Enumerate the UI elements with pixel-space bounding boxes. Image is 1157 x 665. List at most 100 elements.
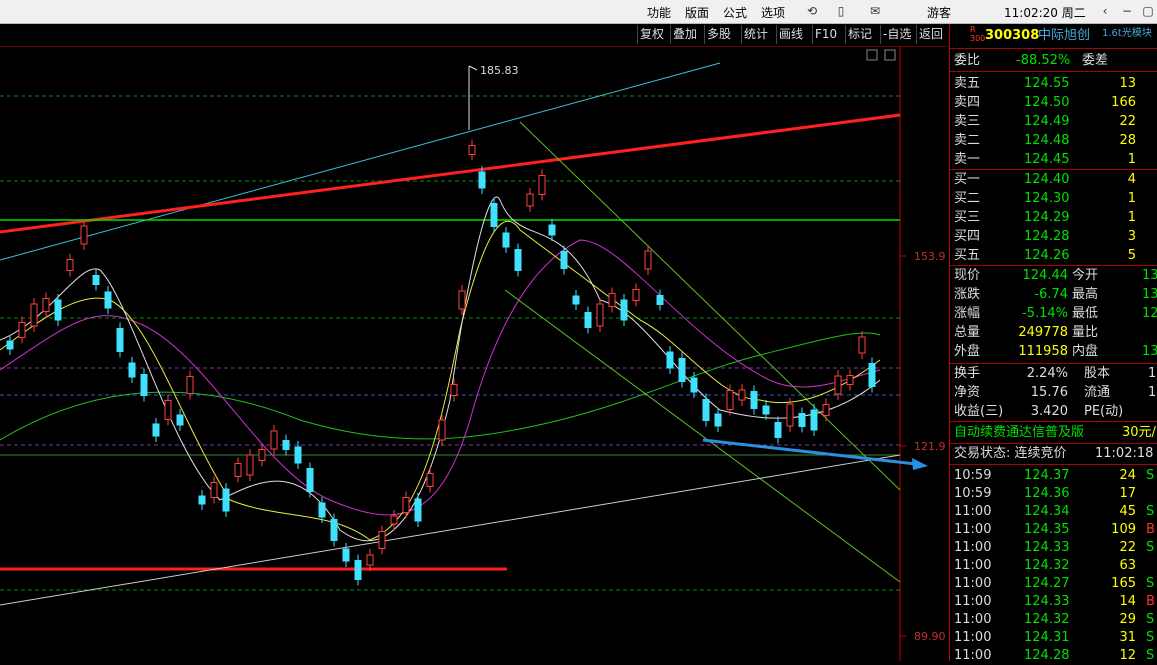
phone-icon[interactable]: ▯: [833, 3, 849, 19]
statistics-button[interactable]: 统计: [741, 25, 770, 44]
ad-banner[interactable]: 自动续费通达信普及版 30元/: [950, 423, 1157, 442]
back-icon[interactable]: ‹: [1097, 3, 1113, 19]
tick-volume: 31: [1119, 630, 1136, 645]
quote-value: 111958: [1018, 344, 1068, 359]
tick-price: 124.32: [1024, 612, 1070, 627]
order-volume: 13: [1119, 76, 1136, 91]
candle-body: [620, 299, 628, 321]
tick-side: S: [1146, 648, 1155, 663]
guest-label[interactable]: 游客: [927, 4, 951, 21]
candle-body: [30, 303, 38, 327]
buy-order-row[interactable]: 买二 124.30 1: [950, 189, 1157, 208]
order-volume: 166: [1111, 95, 1136, 110]
candle-body: [538, 175, 546, 195]
candle-body: [294, 446, 302, 464]
tick-time: 10:59: [954, 486, 992, 501]
order-price: 124.45: [1024, 152, 1070, 167]
tick-volume: 63: [1119, 558, 1136, 573]
upper-trendline: [0, 62, 721, 261]
order-price: 124.26: [1024, 248, 1070, 263]
trade-status: 交易状态: 连续竞价 11:02:18: [954, 446, 1154, 461]
candle-body: [608, 293, 616, 307]
tick-volume: 165: [1111, 576, 1136, 591]
tick-row: 11:00 124.34 45 S: [950, 502, 1157, 521]
menu-layout[interactable]: 版面: [685, 4, 709, 21]
sell-order-row[interactable]: 卖一 124.45 1: [950, 150, 1157, 169]
candle-body: [414, 498, 422, 522]
buy-order-row[interactable]: 买三 124.29 1: [950, 208, 1157, 227]
settings-icon[interactable]: [866, 49, 878, 61]
add-watchlist-button[interactable]: -自选: [880, 25, 913, 44]
sell-order-row[interactable]: 卖二 124.48 28: [950, 131, 1157, 150]
stock-title[interactable]: R 300 300308 中际旭创 1.6t光模块: [950, 24, 1157, 47]
candle-body: [644, 250, 652, 270]
order-volume: 22: [1119, 114, 1136, 129]
candle-body: [318, 502, 326, 518]
mark-button[interactable]: 标记: [845, 25, 874, 44]
candle-body: [164, 400, 172, 420]
return-button[interactable]: 返回: [916, 25, 945, 44]
order-volume: 1: [1127, 210, 1136, 225]
order-price: 124.55: [1024, 76, 1070, 91]
candle-body: [526, 193, 534, 207]
sell-order-row[interactable]: 卖五 124.55 13: [950, 74, 1157, 93]
tick-side: S: [1146, 576, 1155, 591]
candle-body: [572, 295, 580, 305]
quote-row: 收益(三) 3.420 PE(动): [950, 402, 1157, 421]
quote-label: 涨跌: [954, 287, 981, 302]
quote-value: 12: [1142, 306, 1157, 321]
tick-row: 11:00 124.33 14 B: [950, 592, 1157, 611]
quote-row: 涨幅 -5.14% 最低 12: [950, 304, 1157, 323]
candle-body: [738, 389, 746, 401]
tick-row: 11:00 124.31 31 S: [950, 628, 1157, 647]
menu-options[interactable]: 选项: [761, 4, 785, 21]
quote-value: 2.24%: [1026, 366, 1068, 381]
buy-order-row[interactable]: 买五 124.26 5: [950, 246, 1157, 265]
quote-row: 现价 124.44 今开 13: [950, 266, 1157, 285]
candle-body: [246, 454, 254, 476]
tick-volume: 45: [1119, 504, 1136, 519]
tick-side: S: [1146, 540, 1155, 555]
menu-formula[interactable]: 公式: [723, 4, 747, 21]
sell-order-row[interactable]: 卖三 124.49 22: [950, 112, 1157, 131]
kline-chart[interactable]: 153.9 121.9 89.90 185.83: [0, 46, 948, 661]
candle-body: [426, 473, 434, 487]
quote-value: 3.420: [1030, 404, 1068, 419]
candle-body: [438, 419, 446, 441]
restore-icon[interactable]: ▢: [1140, 3, 1156, 19]
candle-body: [258, 449, 266, 461]
candle-body: [666, 351, 674, 369]
quote-row: 净资 15.76 流通 11: [950, 383, 1157, 402]
candle-body: [104, 291, 112, 309]
refresh-icon[interactable]: ⟲: [804, 3, 820, 19]
multi-stock-button[interactable]: 多股: [704, 25, 733, 44]
candle-body: [858, 336, 866, 354]
candle-body: [92, 275, 100, 285]
tick-row: 10:59 124.37 24 S: [950, 466, 1157, 485]
candle-body: [282, 440, 290, 450]
stock-name: 中际旭创: [1038, 28, 1091, 43]
order-volume: 1: [1127, 191, 1136, 206]
draw-line-button[interactable]: 画线: [776, 25, 805, 44]
candle-body: [810, 409, 818, 431]
buy-order-row[interactable]: 买一 124.40 4: [950, 170, 1157, 189]
candle-body: [478, 171, 486, 189]
overlay-button[interactable]: 叠加: [670, 25, 699, 44]
tick-time: 11:00: [954, 558, 992, 573]
order-label: 卖一: [954, 152, 981, 167]
mail-icon[interactable]: ✉: [867, 3, 883, 19]
menu-function[interactable]: 功能: [647, 4, 671, 21]
candle-body: [234, 463, 242, 477]
restore-rights-button[interactable]: 复权: [637, 25, 666, 44]
candle-body: [786, 403, 794, 427]
candle-body: [306, 468, 314, 492]
quote-value: 249778: [1018, 325, 1068, 340]
tick-volume: 29: [1119, 612, 1136, 627]
buy-order-row[interactable]: 买四 124.28 3: [950, 227, 1157, 246]
candle-body: [450, 384, 458, 396]
sell-order-row[interactable]: 卖四 124.50 166: [950, 93, 1157, 112]
minimize-icon[interactable]: −: [1119, 3, 1135, 19]
f10-button[interactable]: F10: [812, 25, 839, 44]
quote-value: 15.76: [1030, 385, 1068, 400]
window-icon[interactable]: [884, 49, 896, 61]
